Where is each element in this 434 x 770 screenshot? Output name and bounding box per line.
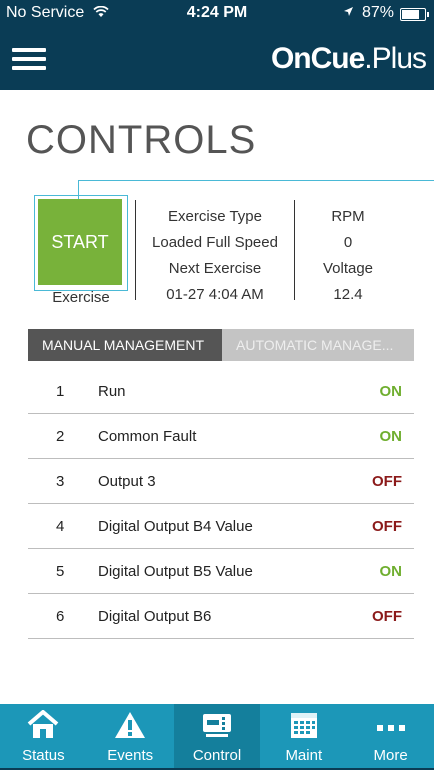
output-number: 3 [56, 473, 65, 490]
output-name: Run [98, 383, 126, 400]
logo: OnCue.Plus [270, 42, 427, 75]
output-state[interactable]: ON [380, 383, 403, 400]
tab-maint[interactable]: Maint [260, 704, 347, 770]
warning-icon [115, 712, 146, 738]
nav-bar: OnCue.Plus [0, 28, 434, 90]
status-bar: No Service 4:24 PM 87% [0, 0, 434, 28]
more-icon [376, 725, 405, 731]
tab-label: Control [192, 747, 242, 764]
list-item[interactable]: 4 Digital Output B4 Value OFF [28, 504, 414, 549]
output-number: 5 [56, 563, 65, 580]
exercise-type-value: Loaded Full Speed [152, 234, 278, 251]
rpm-label: RPM [331, 208, 365, 225]
output-name: Common Fault [98, 428, 197, 445]
voltage-value: 12.4 [333, 286, 363, 303]
output-number: 1 [56, 383, 65, 400]
rpm-value: 0 [343, 234, 353, 251]
exercise-info: Exercise Type Loaded Full Speed Next Exe… [140, 204, 290, 308]
tab-status[interactable]: Status [0, 704, 87, 770]
battery-percent: 87% [343, 4, 394, 22]
bottom-tab-bar: Status Events Control Maint More [0, 704, 434, 770]
output-number: 4 [56, 518, 65, 535]
engine-info: RPM 0 Voltage 12.4 [300, 204, 396, 308]
home-icon [28, 710, 59, 738]
list-item[interactable]: 5 Digital Output B5 Value ON [28, 549, 414, 594]
list-item[interactable]: 2 Common Fault ON [28, 414, 414, 459]
tab-manual-management[interactable]: MANUAL MANAGEMENT [28, 329, 222, 361]
output-state[interactable]: OFF [372, 608, 402, 625]
output-list: 1 Run ON 2 Common Fault ON 3 Output 3 OF… [28, 369, 414, 639]
next-exercise-label: Next Exercise [168, 260, 262, 277]
output-name: Output 3 [98, 473, 156, 490]
tab-more[interactable]: More [347, 704, 434, 770]
output-state[interactable]: OFF [372, 518, 402, 535]
voltage-label: Voltage [322, 260, 374, 277]
location-arrow-icon [343, 7, 353, 16]
tab-label: Maint [285, 747, 323, 764]
output-name: Digital Output B5 Value [98, 563, 253, 580]
output-state[interactable]: ON [380, 563, 403, 580]
control-panel-icon [202, 714, 231, 737]
output-number: 6 [56, 608, 65, 625]
management-tabs: MANUAL MANAGEMENT AUTOMATIC MANAGE... [28, 329, 414, 361]
next-exercise-value: 01-27 4:04 AM [166, 286, 264, 303]
divider [294, 200, 295, 300]
battery-icon [400, 8, 429, 21]
start-button[interactable]: START [38, 199, 122, 285]
list-item[interactable]: 1 Run ON [28, 369, 414, 414]
page-title: CONTROLS [26, 118, 257, 162]
tab-label: More [373, 747, 408, 764]
logo-suffix: Plus [371, 42, 427, 75]
output-number: 2 [56, 428, 65, 445]
battery-text: 87% [361, 4, 394, 21]
decorative-connector-line [78, 180, 434, 199]
tab-label: Events [107, 747, 154, 764]
tab-automatic-management[interactable]: AUTOMATIC MANAGE... [222, 329, 414, 361]
output-state[interactable]: ON [380, 428, 403, 445]
calendar-icon [290, 713, 317, 738]
tab-control[interactable]: Control [173, 704, 261, 770]
output-name: Digital Output B4 Value [98, 518, 253, 535]
list-item[interactable]: 6 Digital Output B6 OFF [28, 594, 414, 639]
exercise-caption: Exercise [52, 289, 110, 306]
tab-label: Status [22, 747, 65, 764]
tab-events[interactable]: Events [87, 704, 174, 770]
logo-main: OnCue [270, 42, 365, 75]
exercise-type-label: Exercise Type [168, 208, 262, 225]
divider [135, 200, 136, 300]
output-state[interactable]: OFF [372, 473, 402, 490]
menu-icon[interactable] [12, 48, 46, 70]
output-name: Digital Output B6 [98, 608, 212, 625]
battery-fill [402, 10, 420, 19]
list-item[interactable]: 3 Output 3 OFF [28, 459, 414, 504]
